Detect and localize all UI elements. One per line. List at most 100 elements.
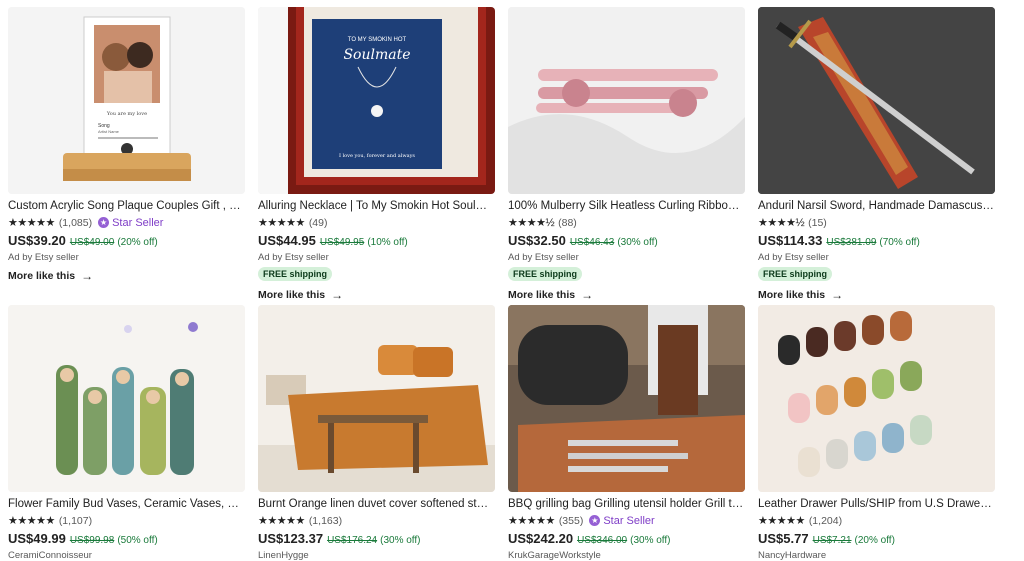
bbq-bag-image bbox=[508, 305, 745, 492]
review-count: (355) bbox=[558, 514, 584, 527]
star-seller-icon: ★ bbox=[589, 515, 601, 526]
review-count: (49) bbox=[308, 216, 328, 229]
sword-image bbox=[758, 7, 995, 194]
rating-row: ★★★★½ (15) bbox=[758, 215, 995, 230]
listing-title[interactable]: Burnt Orange linen duvet cover softened … bbox=[258, 497, 494, 511]
price: US$32.50 bbox=[508, 233, 566, 248]
card-footer: I love you, forever and always bbox=[339, 153, 415, 159]
star-rating: ★★★★★ bbox=[258, 515, 305, 527]
price: US$49.99 bbox=[8, 531, 66, 546]
price-row: US$32.50 US$46.43 (30% off) bbox=[508, 233, 745, 248]
listing-card[interactable]: TO MY SMOKIN HOT Soulmate I love you, fo… bbox=[258, 7, 495, 302]
listing-title[interactable]: Custom Acrylic Song Plaque Couples Gift … bbox=[8, 199, 244, 213]
price-row: US$44.95 US$49.95 (10% off) bbox=[258, 233, 495, 248]
discount: (20% off) bbox=[854, 535, 895, 546]
more-like-this-link[interactable]: More like this → bbox=[508, 288, 745, 302]
card-heading: TO MY SMOKIN HOT bbox=[348, 37, 407, 43]
rating-row: ★★★★★ (1,085) ★ Star Seller bbox=[8, 215, 245, 230]
plaque-artist: Artist Name bbox=[98, 129, 120, 134]
rating-row: ★★★★★ (1,107) bbox=[8, 513, 245, 528]
ad-label: Ad by Etsy seller bbox=[8, 252, 79, 263]
listing-card[interactable]: Leather Drawer Pulls/SHIP from U.S Drawe… bbox=[758, 305, 995, 561]
listing-image[interactable]: TO MY SMOKIN HOT Soulmate I love you, fo… bbox=[258, 7, 495, 194]
star-rating: ★★★★★ bbox=[508, 515, 555, 527]
review-count: (1,085) bbox=[58, 216, 93, 229]
listing-card[interactable]: 100% Mulberry Silk Heatless Curling Ribb… bbox=[508, 7, 745, 302]
shop-name[interactable]: CeramiConnoisseur bbox=[8, 550, 245, 561]
star-rating: ★★★★★ bbox=[758, 515, 805, 527]
listing-image[interactable] bbox=[508, 305, 745, 492]
arrow-right-icon: → bbox=[581, 288, 594, 302]
discount: (10% off) bbox=[367, 237, 408, 248]
shop-name[interactable]: NancyHardware bbox=[758, 550, 995, 561]
original-price: US$46.43 bbox=[569, 237, 615, 248]
listing-image[interactable] bbox=[758, 7, 995, 194]
price-row: US$49.99 US$99.98 (50% off) bbox=[8, 531, 245, 546]
original-price: US$346.00 bbox=[577, 535, 628, 546]
card-script: Soulmate bbox=[343, 47, 410, 63]
more-like-this-link[interactable]: More like this → bbox=[758, 288, 995, 302]
star-rating: ★★★★★ bbox=[258, 217, 305, 229]
more-like-this-link[interactable]: More like this → bbox=[8, 269, 245, 283]
star-seller-badge: ★ Star Seller bbox=[98, 217, 163, 229]
price: US$39.20 bbox=[8, 233, 66, 248]
rating-row: ★★★★★ (355) ★ Star Seller bbox=[508, 513, 745, 528]
price-row: US$39.20 US$49.00 (20% off) bbox=[8, 233, 245, 248]
free-shipping-badge: FREE shipping bbox=[758, 267, 832, 281]
duvet-bed-image bbox=[258, 305, 495, 492]
price: US$242.20 bbox=[508, 531, 574, 546]
rating-row: ★★★★½ (88) bbox=[508, 215, 745, 230]
discount: (30% off) bbox=[630, 535, 671, 546]
listing-image[interactable] bbox=[258, 305, 495, 492]
discount: (70% off) bbox=[879, 237, 920, 248]
ad-label: Ad by Etsy seller bbox=[508, 252, 579, 263]
shop-name[interactable]: LinenHygge bbox=[258, 550, 495, 561]
listing-card[interactable]: You are my love Song Artist Name Custom … bbox=[8, 7, 245, 283]
price-row: US$242.20 US$346.00 (30% off) bbox=[508, 531, 745, 546]
rating-row: ★★★★★ (1,204) bbox=[758, 513, 995, 528]
original-price: US$176.24 bbox=[327, 535, 378, 546]
listing-title[interactable]: BBQ grilling bag Grilling utensil holder… bbox=[508, 497, 744, 511]
star-seller-badge: ★ Star Seller bbox=[589, 514, 655, 527]
ad-label: Ad by Etsy seller bbox=[258, 252, 329, 263]
listing-card[interactable]: Burnt Orange linen duvet cover softened … bbox=[258, 305, 495, 561]
discount: (30% off) bbox=[617, 237, 658, 248]
listing-card[interactable]: Anduril Narsil Sword, Handmade Damascus … bbox=[758, 7, 995, 302]
discount: (50% off) bbox=[117, 535, 158, 546]
original-price: US$49.95 bbox=[319, 237, 365, 248]
original-price: US$381.09 bbox=[826, 237, 877, 248]
more-like-this-label: More like this bbox=[508, 289, 576, 301]
arrow-right-icon: → bbox=[331, 288, 344, 302]
bud-vases-image bbox=[8, 305, 245, 492]
plaque-caption: You are my love bbox=[106, 111, 147, 117]
arrow-right-icon: → bbox=[831, 288, 844, 302]
star-seller-label: Star Seller bbox=[603, 514, 655, 527]
listing-title[interactable]: Flower Family Bud Vases, Ceramic Vases, … bbox=[8, 497, 244, 511]
price: US$123.37 bbox=[258, 531, 324, 546]
listing-image[interactable] bbox=[758, 305, 995, 492]
review-count: (1,163) bbox=[308, 514, 343, 527]
original-price: US$7.21 bbox=[812, 535, 852, 546]
original-price: US$49.00 bbox=[69, 237, 115, 248]
more-like-this-link[interactable]: More like this → bbox=[258, 288, 495, 302]
listing-card[interactable]: Flower Family Bud Vases, Ceramic Vases, … bbox=[8, 305, 245, 561]
free-shipping-badge: FREE shipping bbox=[508, 267, 582, 281]
star-seller-label: Star Seller bbox=[112, 216, 164, 229]
listing-card[interactable]: BBQ grilling bag Grilling utensil holder… bbox=[508, 305, 745, 561]
listing-title[interactable]: 100% Mulberry Silk Heatless Curling Ribb… bbox=[508, 199, 744, 213]
price: US$44.95 bbox=[258, 233, 316, 248]
review-count: (1,107) bbox=[58, 514, 93, 527]
listing-image[interactable]: You are my love Song Artist Name bbox=[8, 7, 245, 194]
free-shipping-badge: FREE shipping bbox=[258, 267, 332, 281]
listing-title[interactable]: Alluring Necklace | To My Smokin Hot Sou… bbox=[258, 199, 494, 213]
discount: (20% off) bbox=[117, 237, 158, 248]
listing-image[interactable] bbox=[508, 7, 745, 194]
listing-title[interactable]: Leather Drawer Pulls/SHIP from U.S Drawe… bbox=[758, 497, 994, 511]
shop-name[interactable]: KrukGarageWorkstyle bbox=[508, 550, 745, 561]
listing-title[interactable]: Anduril Narsil Sword, Handmade Damascus … bbox=[758, 199, 994, 213]
listing-image[interactable] bbox=[8, 305, 245, 492]
rating-row: ★★★★★ (1,163) bbox=[258, 513, 495, 528]
ad-label: Ad by Etsy seller bbox=[758, 252, 829, 263]
price-row: US$123.37 US$176.24 (30% off) bbox=[258, 531, 495, 546]
star-rating: ★★★★½ bbox=[508, 217, 555, 229]
